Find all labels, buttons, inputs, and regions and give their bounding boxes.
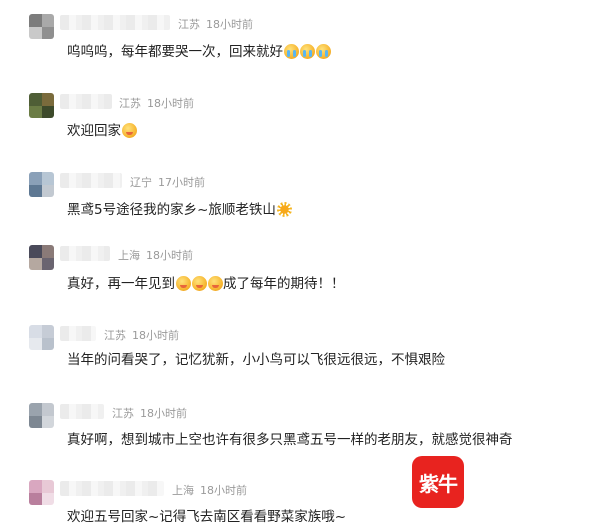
- comment-body: 欢迎五号回家~记得飞去南区看看野菜家族哦~: [67, 509, 347, 525]
- comment-time: 18小时前: [140, 407, 187, 420]
- crying-face-icon: [316, 44, 331, 59]
- avatar-block: [41, 26, 54, 39]
- avatar-block: [29, 172, 42, 185]
- avatar-block: [29, 337, 42, 350]
- avatar-block: [41, 325, 54, 338]
- comment-body: 黑鸢5号途径我的家乡~旅顺老铁山: [67, 202, 276, 218]
- comment-location: 江苏: [104, 329, 126, 342]
- comment-body: 成了每年的期待！！: [223, 276, 345, 292]
- avatar-block: [29, 245, 42, 258]
- comment-body: 呜呜呜，每年都要哭一次，回来就好: [67, 44, 283, 60]
- blush-face-icon: [208, 276, 223, 291]
- avatar[interactable]: [29, 480, 54, 505]
- comment-time: 18小时前: [146, 249, 193, 262]
- comment-text: 真好，再一年见到 成了每年的期待！！: [67, 272, 345, 292]
- username-blurred[interactable]: [60, 326, 96, 341]
- comment-text: 呜呜呜，每年都要哭一次，回来就好: [67, 40, 331, 60]
- comment-feed: { "comments": [ {"location": "江苏", "time…: [0, 0, 605, 532]
- avatar-block: [29, 14, 42, 27]
- comment-text: 当年的问看哭了，记忆犹新，小小鸟可以飞很远很远，不惧艰险: [67, 348, 445, 368]
- avatar-block: [29, 480, 42, 493]
- avatar-block: [29, 415, 42, 428]
- avatar-block: [41, 172, 54, 185]
- avatar-block: [41, 14, 54, 27]
- crying-face-icon: [300, 44, 315, 59]
- username-blurred[interactable]: [60, 173, 122, 188]
- avatar-block: [29, 184, 42, 197]
- comment-meta: 江苏 18小时前: [104, 327, 179, 343]
- avatar[interactable]: [29, 325, 54, 350]
- avatar-block: [41, 415, 54, 428]
- comment-text: 欢迎回家: [67, 119, 137, 139]
- username-blurred[interactable]: [60, 246, 110, 261]
- avatar-block: [29, 26, 42, 39]
- comment-text: 真好啊，想到城市上空也许有很多只黑鸢五号一样的老朋友，就感觉很神奇: [67, 428, 513, 448]
- comment-location: 江苏: [119, 97, 141, 110]
- username-blurred[interactable]: [60, 481, 164, 496]
- avatar-block: [41, 245, 54, 258]
- comment-meta: 江苏 18小时前: [119, 95, 194, 111]
- watermark-logo: 紫牛: [412, 456, 464, 508]
- comment-body: 欢迎回家: [67, 123, 121, 139]
- comment-body: 真好，再一年见到: [67, 276, 175, 292]
- comment-meta: 辽宁 17小时前: [130, 174, 205, 190]
- avatar-block: [29, 257, 42, 270]
- avatar[interactable]: [29, 14, 54, 39]
- avatar-block: [29, 93, 42, 106]
- comment-meta: 江苏 18小时前: [178, 16, 253, 32]
- comment-text: 黑鸢5号途径我的家乡~旅顺老铁山: [67, 198, 292, 218]
- avatar[interactable]: [29, 172, 54, 197]
- comment-time: 18小时前: [200, 484, 247, 497]
- avatar[interactable]: [29, 93, 54, 118]
- comment-time: 18小时前: [206, 18, 253, 31]
- username-blurred[interactable]: [60, 15, 170, 30]
- comment-body: 当年的问看哭了，记忆犹新，小小鸟可以飞很远很远，不惧艰险: [67, 352, 445, 368]
- logo-text: 紫牛: [419, 471, 458, 496]
- avatar-block: [41, 337, 54, 350]
- avatar-block: [41, 184, 54, 197]
- avatar-block: [29, 325, 42, 338]
- crying-face-icon: [284, 44, 299, 59]
- avatar-block: [41, 480, 54, 493]
- avatar-block: [29, 492, 42, 505]
- comment-location: 上海: [118, 249, 140, 262]
- avatar-block: [41, 403, 54, 416]
- blush-face-icon: [176, 276, 191, 291]
- avatar[interactable]: [29, 403, 54, 428]
- avatar-block: [29, 403, 42, 416]
- avatar-block: [29, 105, 42, 118]
- blush-face-icon: [122, 123, 137, 138]
- username-blurred[interactable]: [60, 94, 112, 109]
- comment-meta: 上海 18小时前: [118, 247, 193, 263]
- comment-time: 17小时前: [158, 176, 205, 189]
- comment-time: 18小时前: [132, 329, 179, 342]
- username-blurred[interactable]: [60, 404, 104, 419]
- comment-location: 上海: [172, 484, 194, 497]
- avatar-block: [41, 257, 54, 270]
- blush-face-icon: [192, 276, 207, 291]
- avatar[interactable]: [29, 245, 54, 270]
- avatar-block: [41, 105, 54, 118]
- avatar-block: [41, 492, 54, 505]
- comment-meta: 上海 18小时前: [172, 482, 247, 498]
- avatar-block: [41, 93, 54, 106]
- sun-icon: [276, 202, 292, 217]
- comment-text: 欢迎五号回家~记得飞去南区看看野菜家族哦~: [67, 505, 346, 525]
- comment-body: 真好啊，想到城市上空也许有很多只黑鸢五号一样的老朋友，就感觉很神奇: [67, 432, 513, 448]
- comment-location: 辽宁: [130, 176, 152, 189]
- comment-location: 江苏: [178, 18, 200, 31]
- comment-time: 18小时前: [147, 97, 194, 110]
- comment-meta: 江苏 18小时前: [112, 405, 187, 421]
- comment-location: 江苏: [112, 407, 134, 420]
